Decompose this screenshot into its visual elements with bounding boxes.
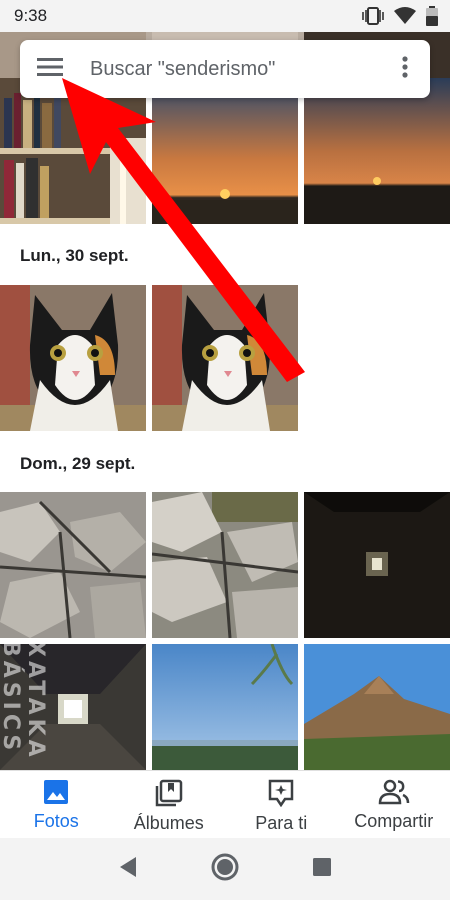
back-triangle-icon xyxy=(118,856,138,883)
for-you-icon xyxy=(268,779,294,807)
recents-square-icon xyxy=(312,857,332,882)
photo-tunnel-1[interactable] xyxy=(304,492,450,638)
wifi-icon xyxy=(394,7,416,25)
nav-albums[interactable]: Álbumes xyxy=(113,771,226,838)
nav-for-you[interactable]: Para ti xyxy=(225,771,338,838)
photo-sunset-2[interactable] xyxy=(304,78,450,224)
recents-button[interactable] xyxy=(297,844,347,894)
nav-share[interactable]: Compartir xyxy=(338,771,450,838)
back-button[interactable] xyxy=(103,844,153,894)
photo-cat-2[interactable] xyxy=(152,285,298,431)
vibrate-icon xyxy=(362,7,384,25)
system-navigation-bar xyxy=(0,838,450,900)
more-vert-icon xyxy=(402,55,408,83)
date-header: Dom., 29 sept. xyxy=(20,454,136,473)
status-icons xyxy=(362,6,438,26)
date-header: Lun., 30 sept. xyxy=(20,246,129,265)
watermark: XATAKA BÁSICS xyxy=(0,640,48,761)
hamburger-menu-icon xyxy=(37,57,63,82)
menu-button[interactable] xyxy=(20,40,80,98)
bottom-navigation: Fotos Álbumes Para ti Compartir xyxy=(0,770,450,838)
photo-city-view[interactable] xyxy=(152,644,298,770)
home-circle-icon xyxy=(210,852,240,887)
photo-sunset-1[interactable] xyxy=(152,78,298,224)
status-time: 9:38 xyxy=(14,6,48,25)
search-input[interactable]: Buscar "senderismo" xyxy=(80,58,380,81)
more-options-button[interactable] xyxy=(380,40,430,98)
photo-rocks-2[interactable] xyxy=(152,492,298,638)
nav-share-label: Compartir xyxy=(354,811,434,831)
status-bar: 9:38 xyxy=(0,0,450,32)
photo-cat-1[interactable] xyxy=(0,285,146,431)
photo-rocks-1[interactable] xyxy=(0,492,146,638)
home-button[interactable] xyxy=(200,844,250,894)
nav-for-you-label: Para ti xyxy=(255,813,308,833)
album-icon xyxy=(155,779,183,807)
photo-bookshelf[interactable] xyxy=(0,78,146,224)
battery-icon xyxy=(426,6,438,26)
search-bar[interactable]: Buscar "senderismo" xyxy=(20,40,430,98)
nav-albums-label: Álbumes xyxy=(133,813,204,833)
share-people-icon xyxy=(378,779,410,805)
photo-mountain[interactable] xyxy=(304,644,450,770)
